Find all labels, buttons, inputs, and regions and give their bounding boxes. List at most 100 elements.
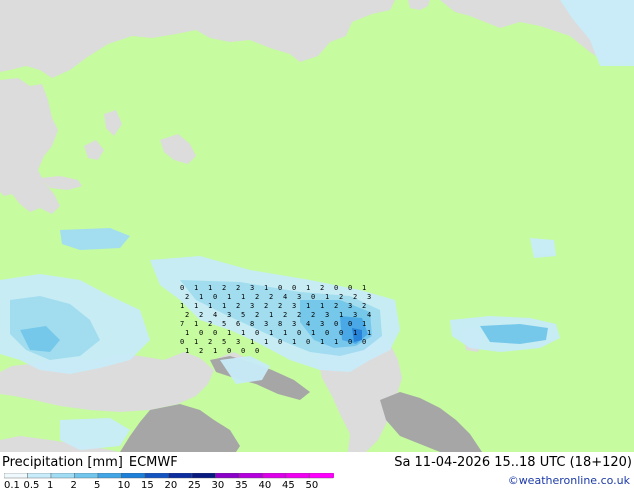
precip-value: 1 [367, 329, 371, 337]
precip-color-scale: 0.1 0.5 1 2 5 10 15 20 25 30 35 40 45 50 [4, 473, 334, 489]
map: 0112231001200121011224301223111123223112… [0, 0, 634, 452]
precip-value: 2 [199, 347, 203, 355]
scale-swatch [309, 473, 334, 479]
precip-value: 1 [334, 338, 338, 346]
precip-value: 1 [264, 338, 268, 346]
precip-value: 8 [250, 320, 254, 328]
precip-value: 2 [297, 311, 301, 319]
scale-label: 30 [212, 480, 225, 489]
precip-value: 2 [222, 284, 226, 292]
precip-value: 1 [306, 284, 310, 292]
precip-value: 2 [264, 302, 268, 310]
scale-label: 15 [141, 480, 154, 489]
precip-patch [480, 324, 548, 344]
scale-label: 0.1 [4, 480, 20, 489]
scale-label: 5 [94, 480, 100, 489]
precip-value: 0 [362, 338, 366, 346]
precip-value: 5 [241, 311, 245, 319]
precip-value: 2 [334, 302, 338, 310]
precip-value: 1 [208, 284, 212, 292]
precip-value: 3 [264, 320, 268, 328]
precip-value: 1 [362, 320, 366, 328]
scale-arrow [333, 473, 334, 478]
precip-value: 2 [208, 338, 212, 346]
precip-value: 2 [362, 302, 366, 310]
product-title: Precipitation [mm] ECMWF [2, 455, 184, 470]
precip-value: 3 [367, 293, 371, 301]
precip-value: 1 [185, 329, 189, 337]
scale-label: 35 [235, 480, 248, 489]
product-name: Precipitation [mm] [2, 455, 123, 470]
precip-value: 2 [269, 293, 273, 301]
precip-value: 1 [227, 329, 231, 337]
precip-value: 2 [311, 311, 315, 319]
precip-value: 1 [222, 302, 226, 310]
precip-value: 0 [348, 338, 352, 346]
precip-value: 3 [297, 293, 301, 301]
scale-label: 20 [165, 480, 178, 489]
scale-swatch [50, 473, 75, 479]
precip-value: 2 [236, 302, 240, 310]
precip-value: 7 [180, 320, 184, 328]
precip-value: 3 [353, 311, 357, 319]
scale-label: 0.5 [24, 480, 40, 489]
scale-swatch [191, 473, 216, 479]
precip-value: 0 [348, 320, 352, 328]
precip-value: 1 [339, 311, 343, 319]
model-name: ECMWF [128, 455, 178, 470]
valid-time: Sa 11-04-2026 15..18 UTC (18+120) [394, 455, 632, 470]
precip-value: 1 [311, 329, 315, 337]
precip-value: 4 [283, 293, 287, 301]
precip-value: 4 [213, 311, 217, 319]
precip-value: 2 [208, 320, 212, 328]
precip-value: 2 [255, 311, 259, 319]
precip-value: 0 [213, 293, 217, 301]
precip-value: 1 [241, 293, 245, 301]
map-footer: Precipitation [mm] ECMWF Sa 11-04-2026 15… [0, 452, 634, 490]
precip-value: 0 [278, 338, 282, 346]
precip-value: 0 [213, 329, 217, 337]
forecast-map: 0 1 1 2 2 3 1 0 0 1 2 0 0 12 1 0 1 1 2 2 4 3 0 1 2 2 31 1 1 1 2 3 2 2 3 1 1 2… [0, 0, 634, 452]
precip-value: 3 [236, 338, 240, 346]
precip-value: 0 [292, 284, 296, 292]
precip-value: 1 [199, 293, 203, 301]
scale-swatch [144, 473, 169, 479]
scale-swatch [285, 473, 310, 479]
scale-swatch [262, 473, 287, 479]
precip-value: 2 [283, 311, 287, 319]
credit-link[interactable]: ©weatheronline.co.uk [508, 474, 630, 487]
scale-swatch [4, 473, 28, 479]
precip-value: 3 [250, 284, 254, 292]
precip-value: 1 [320, 338, 324, 346]
scale-label: 50 [306, 480, 319, 489]
precip-value: 1 [180, 302, 184, 310]
precip-value: 0 [278, 284, 282, 292]
precip-value: 1 [250, 338, 254, 346]
precip-value: 2 [255, 293, 259, 301]
precip-value: 0 [227, 347, 231, 355]
scale-swatch [215, 473, 240, 479]
precip-value: 3 [292, 302, 296, 310]
precip-value: 0 [241, 347, 245, 355]
precip-value: 1 [194, 284, 198, 292]
precip-patch [530, 238, 556, 258]
precip-value: 2 [185, 311, 189, 319]
precip-value: 3 [292, 320, 296, 328]
precip-value: 1 [283, 329, 287, 337]
scale-swatch [168, 473, 193, 479]
precip-value: 1 [185, 347, 189, 355]
scale-label: 25 [188, 480, 201, 489]
scale-label: 40 [259, 480, 272, 489]
precip-value: 0 [334, 284, 338, 292]
precip-value: 8 [278, 320, 282, 328]
precip-value: 3 [325, 311, 329, 319]
precip-value: 0 [255, 347, 259, 355]
precip-value: 0 [180, 338, 184, 346]
precip-value: 0 [306, 338, 310, 346]
precip-value: 1 [264, 284, 268, 292]
scale-swatch [97, 473, 122, 479]
precip-value: 2 [339, 293, 343, 301]
precip-value: 0 [339, 329, 343, 337]
precip-value: 2 [278, 302, 282, 310]
precip-value: 1 [362, 284, 366, 292]
